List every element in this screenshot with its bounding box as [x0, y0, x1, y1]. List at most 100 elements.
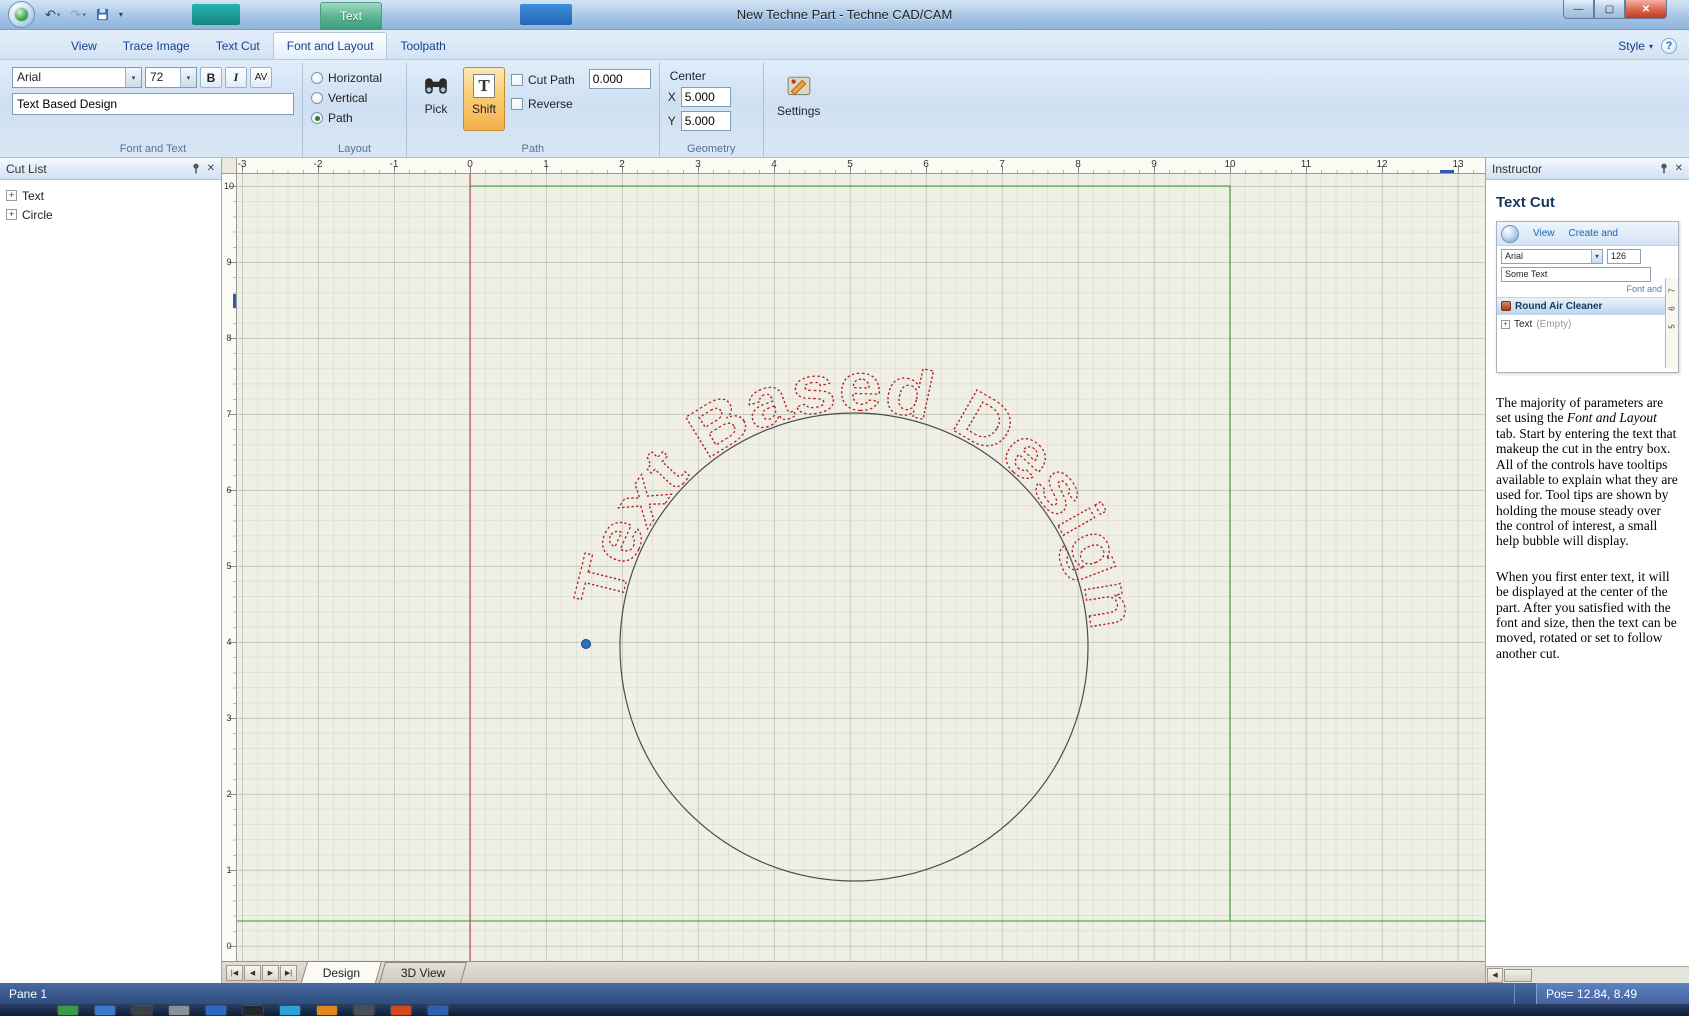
- mini-part-icon: [1501, 301, 1511, 311]
- ruler-number: -3: [237, 159, 247, 170]
- expand-icon[interactable]: +: [6, 190, 17, 201]
- reverse-checkbox[interactable]: Reverse: [511, 97, 575, 111]
- taskbar-icon-9[interactable]: [354, 1005, 374, 1015]
- next-page-button[interactable]: ▶: [262, 965, 279, 981]
- minimize-button[interactable]: —: [1563, 0, 1594, 19]
- ruler-number: 5: [226, 561, 232, 571]
- ruler-number: 10: [1224, 159, 1236, 170]
- ruler-number: 11: [1300, 159, 1312, 170]
- taskbar-icon-7[interactable]: [280, 1005, 300, 1015]
- tab-view[interactable]: View: [58, 34, 110, 59]
- contextual-tab-text[interactable]: Text: [320, 2, 382, 30]
- font-family-combo[interactable]: Arial ▾: [12, 67, 142, 88]
- center-y-field[interactable]: [680, 111, 731, 131]
- bold-button[interactable]: B: [200, 67, 222, 88]
- view-tab-design[interactable]: Design: [300, 961, 383, 983]
- mini-app-logo-icon: [1501, 224, 1519, 243]
- expand-icon: +: [1501, 320, 1510, 329]
- pin-icon[interactable]: [191, 163, 201, 174]
- shift-button[interactable]: T Shift: [463, 67, 505, 131]
- undo-button[interactable]: ↶ ▾: [41, 6, 64, 24]
- settings-button[interactable]: Settings: [772, 67, 826, 131]
- quick-access-more-button[interactable]: ▾: [115, 9, 127, 20]
- ruler-number: -1: [389, 159, 399, 170]
- ribbon-tabs: View Trace Image Text Cut Font and Layout To…: [58, 30, 459, 59]
- center-x-field[interactable]: [680, 87, 731, 107]
- tab-font-and-layout[interactable]: Font and Layout: [272, 32, 388, 59]
- last-page-button[interactable]: ▶|: [280, 965, 297, 981]
- taskbar-icon-11[interactable]: [428, 1005, 448, 1015]
- layout-option-horizontal[interactable]: Horizontal: [311, 71, 398, 85]
- app-menu-button[interactable]: [8, 1, 35, 28]
- style-dropdown-arrow-icon: ▾: [1648, 41, 1653, 51]
- status-position: Pos= 12.84, 8.49: [1536, 983, 1689, 1004]
- taskbar-icon-1[interactable]: [58, 1005, 78, 1015]
- title-bar: ↶ ▾ ↷ ▾ ▾ Text New Techne Part - Techne CA…: [0, 0, 1689, 30]
- mini-ruler-digit: 6: [1667, 306, 1677, 311]
- taskbar-icon-8[interactable]: [317, 1005, 337, 1015]
- cut-list-item-text[interactable]: + Text: [6, 186, 215, 205]
- font-size-combo[interactable]: 72 ▾: [145, 67, 197, 88]
- ruler-corner: [222, 158, 237, 174]
- ruler-number: 3: [695, 159, 701, 170]
- view-tab-3d-view[interactable]: 3D View: [379, 962, 468, 983]
- binoculars-icon: [425, 78, 447, 94]
- mini-font-combo: Arial ▾: [1501, 249, 1603, 264]
- expand-icon[interactable]: +: [6, 209, 17, 220]
- settings-icon: [787, 76, 811, 96]
- dropdown-arrow-icon[interactable]: ▾: [125, 68, 141, 87]
- ruler-number: 2: [226, 789, 232, 799]
- taskbar-icon-2[interactable]: [95, 1005, 115, 1015]
- taskbar-icon-10[interactable]: [391, 1005, 411, 1015]
- design-canvas[interactable]: Text Based Design: [237, 174, 1485, 961]
- help-button[interactable]: ?: [1661, 38, 1677, 54]
- cut-path-checkbox[interactable]: Cut Path: [511, 73, 575, 87]
- tab-toolpath[interactable]: Toolpath: [387, 34, 458, 59]
- save-button[interactable]: [92, 7, 113, 22]
- taskbar-icon-5[interactable]: [206, 1005, 226, 1015]
- document-tab-bar: |◀ ◀ ▶ ▶| Design 3D View: [222, 961, 1485, 983]
- instructor-paragraph-2: When you first enter text, it will be di…: [1496, 568, 1677, 661]
- group-label-geometry: Geometry: [687, 143, 736, 155]
- italic-button[interactable]: I: [225, 67, 247, 88]
- ruler-number: 1: [226, 865, 232, 875]
- app-logo-icon: [15, 8, 28, 21]
- arc-text[interactable]: Text Based Design: [559, 348, 1152, 635]
- dropdown-arrow-icon[interactable]: ▾: [180, 68, 196, 87]
- mini-tree-label: Text: [1514, 319, 1533, 330]
- first-page-button[interactable]: |◀: [226, 965, 243, 981]
- redo-button[interactable]: ↷ ▾: [66, 6, 89, 24]
- mini-tree-suffix: (Empty): [1536, 319, 1572, 330]
- ruler-number: 8: [1075, 159, 1081, 170]
- cursor-position-marker-v: [233, 294, 236, 308]
- tab-trace-image[interactable]: Trace Image: [110, 34, 203, 59]
- maximize-button[interactable]: ▢: [1594, 0, 1625, 19]
- cut-list-item-label: Text: [22, 188, 45, 203]
- canvas-area: -3 -2 -1 0 1 2 3 4 5 6 7 8 9 10 11 12 13 10 9 8 7 6 5 4 3 2 1 0: [222, 158, 1486, 983]
- pick-button[interactable]: Pick: [415, 67, 457, 131]
- layout-option-vertical[interactable]: Vertical: [311, 91, 398, 105]
- pick-label: Pick: [424, 102, 448, 116]
- group-label-font-and-text: Font and Text: [119, 143, 187, 155]
- tab-text-cut[interactable]: Text Cut: [203, 34, 273, 59]
- pin-icon[interactable]: [1659, 163, 1669, 174]
- layout-option-path[interactable]: Path: [311, 111, 398, 125]
- scroll-left-button[interactable]: ◀: [1487, 967, 1503, 983]
- path-offset-field[interactable]: [588, 69, 651, 89]
- cut-list-item-circle[interactable]: + Circle: [6, 205, 215, 224]
- kerning-button[interactable]: AV: [250, 67, 272, 88]
- ruler-number: 0: [226, 941, 232, 951]
- design-drawing: Text Based Design: [237, 174, 1485, 961]
- redo-dropdown-icon: ▾: [82, 11, 86, 19]
- prev-page-button[interactable]: ◀: [244, 965, 261, 981]
- close-button[interactable]: ✕: [1625, 0, 1667, 19]
- taskbar-icon-4[interactable]: [169, 1005, 189, 1015]
- taskbar-icon-3[interactable]: [132, 1005, 152, 1015]
- close-panel-icon[interactable]: ✕: [1675, 163, 1683, 174]
- close-panel-icon[interactable]: ✕: [207, 163, 215, 174]
- scrollbar-thumb[interactable]: [1504, 968, 1532, 982]
- ruler-number: 1: [543, 159, 549, 170]
- taskbar-icon-6[interactable]: [243, 1005, 263, 1015]
- text-entry-field[interactable]: [12, 93, 294, 115]
- style-control[interactable]: Style ▾: [1618, 39, 1653, 59]
